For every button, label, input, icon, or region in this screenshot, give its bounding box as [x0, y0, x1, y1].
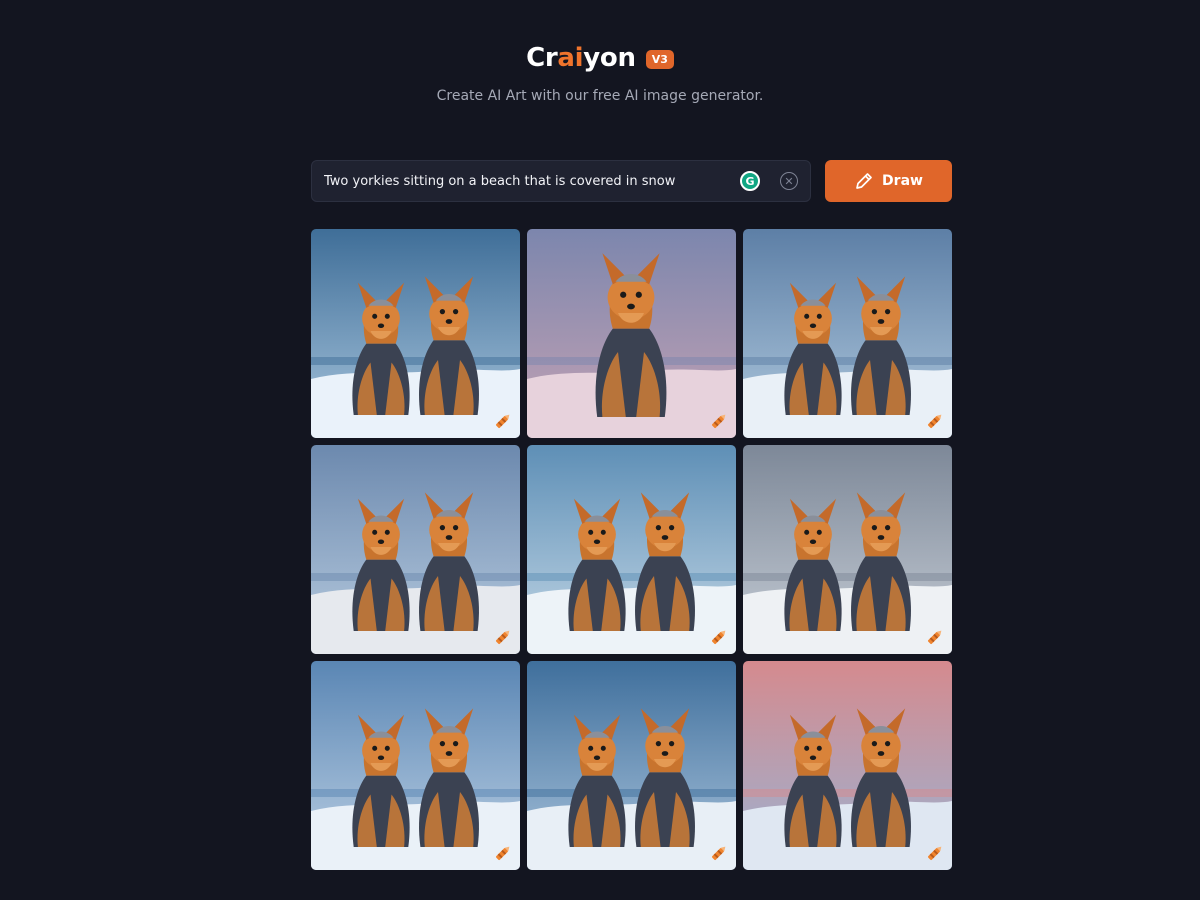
logo-text-start: Cr — [526, 43, 558, 73]
crayon-icon[interactable] — [924, 410, 946, 432]
subtitle: Create AI Art with our free AI image gen… — [436, 88, 764, 104]
yorkie-image — [311, 229, 520, 438]
result-image-8[interactable] — [527, 661, 736, 870]
yorkie-image — [527, 661, 736, 870]
result-image-1[interactable] — [311, 229, 520, 438]
yorkie-image — [527, 229, 736, 438]
header: Craiyon V3 Create AI Art with our free A… — [0, 40, 1200, 104]
yorkie-image — [743, 229, 952, 438]
crayon-icon[interactable] — [492, 410, 514, 432]
crayon-icon[interactable] — [492, 626, 514, 648]
draw-button-label: Draw — [882, 173, 923, 189]
draw-button[interactable]: Draw — [825, 160, 952, 202]
result-image-7[interactable] — [311, 661, 520, 870]
yorkie-image — [311, 661, 520, 870]
yorkie-image — [527, 445, 736, 654]
prompt-input[interactable]: Two yorkies sitting on a beach that is c… — [311, 160, 811, 202]
crayon-icon[interactable] — [492, 842, 514, 864]
clear-icon[interactable]: ✕ — [780, 172, 798, 190]
yorkie-image — [311, 445, 520, 654]
results-grid — [311, 229, 952, 870]
yorkie-image — [743, 445, 952, 654]
crayon-icon[interactable] — [708, 842, 730, 864]
crayon-icon[interactable] — [924, 626, 946, 648]
result-image-5[interactable] — [527, 445, 736, 654]
result-image-6[interactable] — [743, 445, 952, 654]
result-image-3[interactable] — [743, 229, 952, 438]
prompt-row: Two yorkies sitting on a beach that is c… — [311, 160, 952, 202]
logo-text-end: yon — [583, 43, 636, 73]
crayon-icon[interactable] — [924, 842, 946, 864]
logo-text-accent: ai — [557, 43, 584, 73]
pencil-icon — [856, 173, 872, 189]
version-badge: V3 — [645, 49, 674, 69]
grammarly-icon[interactable]: G — [740, 171, 760, 191]
craiyon-logo[interactable]: Craiyon — [526, 43, 636, 73]
yorkie-image — [743, 661, 952, 870]
crayon-icon[interactable] — [708, 410, 730, 432]
result-image-4[interactable] — [311, 445, 520, 654]
prompt-text[interactable]: Two yorkies sitting on a beach that is c… — [324, 174, 740, 189]
crayon-icon[interactable] — [708, 626, 730, 648]
result-image-2[interactable] — [527, 229, 736, 438]
title-row: Craiyon V3 — [0, 40, 1200, 76]
result-image-9[interactable] — [743, 661, 952, 870]
